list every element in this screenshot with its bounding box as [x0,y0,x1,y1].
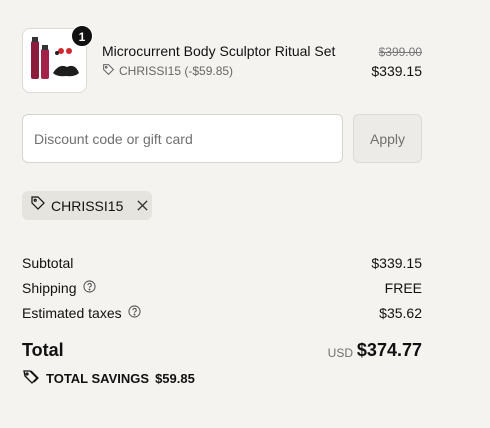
product-thumbnail: 1 [22,25,93,93]
apply-button[interactable]: Apply [353,114,422,163]
savings-value: $59.85 [155,371,195,386]
tags-icon [22,368,40,389]
taxes-label: Estimated taxes [22,305,122,321]
shipping-label-group: Shipping [22,280,96,296]
shipping-label: Shipping [22,280,77,296]
product-title: Microcurrent Body Sculptor Ritual Set [102,43,336,59]
help-icon[interactable] [82,280,96,296]
subtotal-label: Subtotal [22,255,74,271]
total-value: $374.77 [356,340,422,360]
quantity-badge: 1 [71,25,93,47]
remove-discount-button[interactable] [136,199,149,212]
product-discount-text: CHRISSI15 (-$59.85) [119,64,234,78]
discounted-price: $339.15 [371,63,422,79]
order-summary: 1 Microcurrent Body Sculptor Ritual Set … [0,0,490,428]
applied-discount-chip: CHRISSI15 [22,191,152,220]
tag-icon [102,63,115,79]
total-label: Total [22,340,64,360]
total-savings: TOTAL SAVINGS $59.85 [22,368,195,389]
subtotal-value: $339.15 [371,255,422,271]
applied-discount-code: CHRISSI15 [51,197,124,214]
original-price: $399.00 [378,45,422,59]
taxes-value: $35.62 [379,305,422,321]
help-icon[interactable] [128,305,141,321]
discount-code-input[interactable] [22,114,343,163]
taxes-label-group: Estimated taxes [22,305,141,321]
shipping-value: FREE [384,280,422,296]
currency-code: USD [327,346,353,360]
product-discount: CHRISSI15 (-$59.85) [102,63,233,79]
tag-icon [30,195,46,216]
savings-label: TOTAL SAVINGS [46,371,150,386]
line-item: 1 Microcurrent Body Sculptor Ritual Set … [22,25,422,94]
close-icon [137,200,148,211]
